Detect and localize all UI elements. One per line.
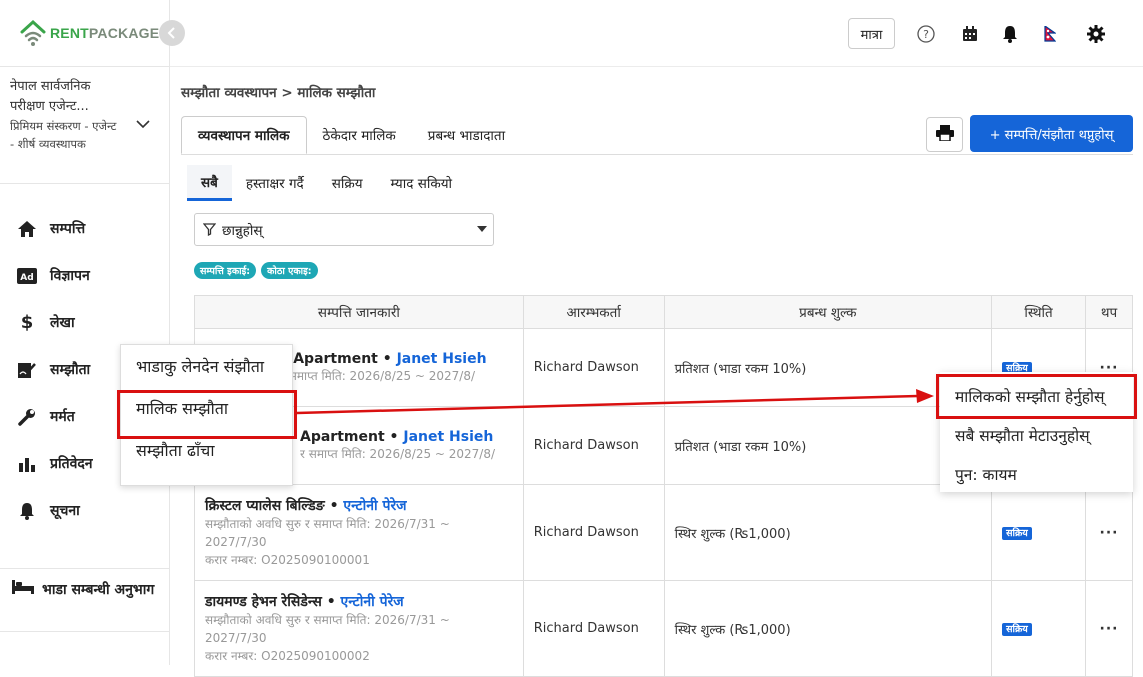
column-header: थप xyxy=(1085,295,1133,329)
svg-text:?: ? xyxy=(923,28,929,41)
highlight-box xyxy=(117,390,297,439)
filter-placeholder: छान्नुहोस् xyxy=(222,222,263,239)
submenu-item-tenant-contract[interactable]: भाडाकु लेनदेन संझौता xyxy=(121,345,292,387)
unit-button[interactable]: मात्रा xyxy=(848,18,895,49)
tab-contractor-owner[interactable]: ठेकेदार मालिक xyxy=(307,116,412,154)
sidebar-item-property[interactable]: सम्पत्ति xyxy=(0,205,170,252)
calendar-icon[interactable] xyxy=(960,24,980,44)
table-header-row: सम्पत्ति जानकारी आरम्भकर्ता प्रबन्ध शुल्… xyxy=(194,295,1133,329)
bed-icon xyxy=(12,579,34,601)
property-title: Apartment xyxy=(300,428,385,445)
agent-link[interactable]: एन्टोनी पेरेज xyxy=(341,594,404,610)
initiator-cell: Richard Dawson xyxy=(522,484,665,581)
status-badge: सक्रिय xyxy=(1002,623,1032,636)
tab-signing[interactable]: हस्ताक्षर गर्दै xyxy=(232,165,318,201)
chip-room-unit[interactable]: कोठा एकाइ: xyxy=(261,262,318,279)
topbar: मात्रा ? xyxy=(170,0,1143,67)
table-row[interactable]: क्रिस्टल प्यालेस बिल्डिङ • एन्टोनी पेरेज… xyxy=(194,484,1133,581)
sidebar-item-label: सम्झौता xyxy=(50,362,91,378)
tab-managed-tenant[interactable]: प्रबन्ध भाडादाता xyxy=(412,116,521,154)
help-icon[interactable]: ? xyxy=(916,24,936,44)
more-actions-button[interactable]: ··· xyxy=(1085,484,1133,581)
tab-management-owner[interactable]: व्यवस्थापन मालिक xyxy=(181,116,307,154)
contract-period: सम्झौताको अवधि सुरु र समाप्त मिति: 2026/… xyxy=(205,613,450,645)
sidebar-item-ads[interactable]: Ad विज्ञापन xyxy=(0,252,170,299)
column-header: स्थिति xyxy=(991,295,1086,329)
column-header: आरम्भकर्ता xyxy=(522,295,665,329)
wrench-icon xyxy=(16,407,38,427)
fee-cell: स्थिर शुल्क (₨1,000) xyxy=(663,580,993,677)
home-icon xyxy=(16,219,38,239)
sidebar-item-accounting[interactable]: $ लेखा xyxy=(0,299,170,346)
printer-icon xyxy=(935,124,954,145)
property-title: क्रिस्टल प्यालेस बिल्डिङ xyxy=(205,498,325,514)
sidebar-bottom-label: भाडा सम्बन्धी अनुभाग xyxy=(42,582,155,598)
org-switcher[interactable]: नेपाल सार्वजनिक परीक्षण एजेन्ट... प्रिमि… xyxy=(0,66,170,184)
filter-funnel-icon xyxy=(203,223,216,236)
sidebar-item-rental-section[interactable]: भाडा सम्बन्धी अनुभाग xyxy=(0,568,170,632)
contract-icon xyxy=(16,360,38,380)
menu-item-delete-all-contracts[interactable]: सबै सम्झौता मेटाउनुहोस् xyxy=(940,415,1133,454)
contract-period: र समाप्त मिति: 2026/8/25 ~ 2027/8/ xyxy=(300,446,496,461)
sidebar: RENTPACKAGE नेपाल सार्वजनिक परीक्षण एजेन… xyxy=(0,0,170,665)
menu-item-restore[interactable]: पुन: कायम xyxy=(940,454,1133,493)
fee-cell: स्थिर शुल्क (₨1,000) xyxy=(663,484,993,581)
property-title: s Apartment xyxy=(280,350,378,367)
agent-link[interactable]: Janet Hsieh xyxy=(403,429,493,445)
logo[interactable]: RENTPACKAGE xyxy=(18,18,159,48)
nepal-flag-icon[interactable] xyxy=(1040,24,1060,44)
initiator-cell: Richard Dawson xyxy=(522,406,665,485)
status-tabs: सबै हस्ताक्षर गर्दै सक्रिय म्याद सकियो xyxy=(187,165,466,201)
contract-number: करार नम्बर: O2025090100002 xyxy=(205,649,370,663)
logo-text-package: PACKAGE xyxy=(88,25,160,41)
notification-bell-icon[interactable] xyxy=(1000,24,1020,44)
bar-chart-icon xyxy=(16,454,38,474)
logo-text-rent: RENT xyxy=(50,25,89,41)
sidebar-item-notifications[interactable]: सूचना xyxy=(0,487,170,534)
contract-period: सम्झौताको अवधि सुरु र समाप्त मिति: 2026/… xyxy=(205,517,450,549)
print-button[interactable] xyxy=(926,117,963,152)
initiator-cell: Richard Dawson xyxy=(522,580,665,677)
org-subtitle: प्रिमियम संस्करण - एजेन्ट - शीर्ष व्यवस्… xyxy=(10,119,117,151)
org-name: नेपाल सार्वजनिक परीक्षण एजेन्ट... xyxy=(10,79,91,114)
highlight-box xyxy=(936,374,1137,419)
svg-text:Ad: Ad xyxy=(20,273,33,283)
tabs-divider xyxy=(181,154,1133,155)
sidebar-item-label: लेखा xyxy=(50,315,75,331)
breadcrumb: सम्झौता व्यवस्थापन > मालिक सम्झौता xyxy=(181,85,376,101)
tab-active[interactable]: सक्रिय xyxy=(318,165,377,201)
settings-gear-icon[interactable] xyxy=(1086,24,1106,44)
sidebar-item-label: विज्ञापन xyxy=(50,268,90,284)
wifi-home-logo-icon xyxy=(18,18,48,48)
sidebar-item-label: सूचना xyxy=(50,503,80,519)
add-property-contract-button[interactable]: + सम्पत्ति/संझौता थप्नुहोस् xyxy=(970,115,1133,152)
contract-period: र समाप्त मिति: 2026/8/25 ~ 2027/8/ xyxy=(280,368,476,383)
dollar-icon: $ xyxy=(20,312,34,333)
initiator-cell: Richard Dawson xyxy=(522,328,665,407)
sidebar-item-label: मर्मत xyxy=(50,409,75,425)
agent-link[interactable]: Janet Hsieh xyxy=(397,351,487,367)
chip-property-unit[interactable]: सम्पत्ति इकाई: xyxy=(194,262,257,279)
caret-down-icon xyxy=(477,226,487,232)
table-row[interactable]: डायमण्ड हेभन रेसिडेन्स • एन्टोनी पेरेज स… xyxy=(194,580,1133,677)
tab-all[interactable]: सबै xyxy=(187,165,232,201)
tab-expired[interactable]: म्याद सकियो xyxy=(377,165,467,201)
agent-link[interactable]: एन्टोनी पेरेज xyxy=(343,498,406,514)
filter-select[interactable]: छान्नुहोस् xyxy=(194,213,494,246)
bell-icon xyxy=(16,501,38,521)
property-title: डायमण्ड हेभन रेसिडेन्स xyxy=(205,594,322,610)
filter-chips: सम्पत्ति इकाई: कोठा एकाइ: xyxy=(194,262,318,279)
main-tabs: व्यवस्थापन मालिक ठेकेदार मालिक प्रबन्ध भ… xyxy=(181,116,521,154)
sidebar-item-label: प्रतिवेदन xyxy=(50,456,93,472)
collapse-sidebar-button[interactable] xyxy=(159,20,185,46)
more-actions-button[interactable]: ··· xyxy=(1085,580,1133,677)
contract-number: करार नम्बर: O2025090100001 xyxy=(205,553,370,567)
column-header: सम्पत्ति जानकारी xyxy=(194,295,524,329)
chevron-down-icon[interactable] xyxy=(136,117,150,133)
column-header: प्रबन्ध शुल्क xyxy=(663,295,993,329)
status-badge: सक्रिय xyxy=(1002,527,1032,540)
ad-icon: Ad xyxy=(16,266,38,286)
sidebar-item-label: सम्पत्ति xyxy=(50,221,86,237)
